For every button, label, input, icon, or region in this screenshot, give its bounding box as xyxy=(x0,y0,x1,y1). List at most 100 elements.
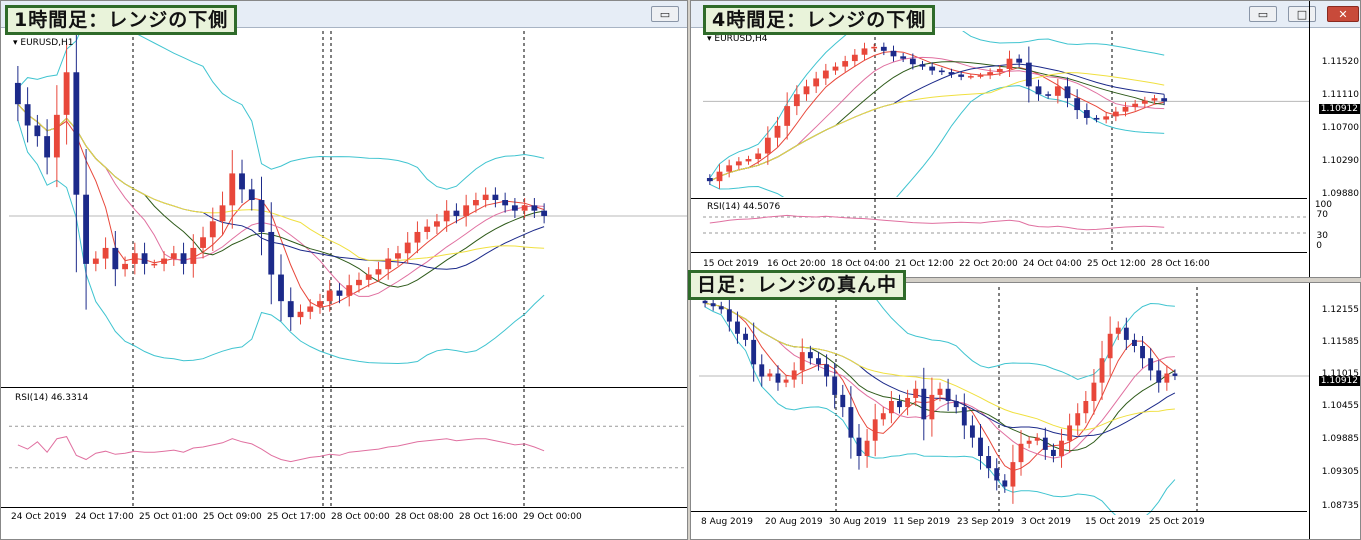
bearish-candle xyxy=(278,274,284,302)
time-axis-label: 15 Oct 2019 xyxy=(703,259,759,269)
bullish-candle xyxy=(1059,440,1064,456)
price-plot-h1[interactable] xyxy=(9,31,687,387)
bearish-candle xyxy=(1123,327,1129,340)
time-axis-label: 20 Aug 2019 xyxy=(765,517,823,527)
time-axis-line xyxy=(691,511,1307,512)
bullish-candle xyxy=(375,269,382,275)
collapse-triangle-icon[interactable]: ▾ xyxy=(13,38,18,48)
time-axis-label: 25 Oct 01:00 xyxy=(139,512,198,522)
time-axis-line xyxy=(1,507,687,508)
bearish-candle xyxy=(1148,358,1154,371)
bearish-candle xyxy=(258,200,265,232)
bullish-candle xyxy=(190,247,197,264)
rsi-line xyxy=(17,436,545,463)
bullish-candle xyxy=(1115,327,1121,334)
bearish-candle xyxy=(1140,346,1145,359)
bearish-candle xyxy=(248,189,255,201)
price-axis[interactable]: 1.12155 1.11585 1.11015 1.10912 1.10455 … xyxy=(1309,283,1360,539)
bullish-candle xyxy=(1010,462,1016,487)
bearish-candle xyxy=(1050,449,1056,456)
symbol-label: ▾ EURUSD,H1 xyxy=(13,38,74,48)
bullish-candle xyxy=(521,205,528,211)
bullish-candle xyxy=(905,397,911,408)
bullish-candle xyxy=(1091,382,1097,401)
bearish-candle xyxy=(953,401,959,408)
rsi-label: RSI(14) 44.5076 xyxy=(707,202,781,212)
bullish-candle xyxy=(793,94,800,107)
bearish-candle xyxy=(1172,373,1178,376)
bollinger-upper-band xyxy=(17,31,545,190)
time-axis-label: 22 Oct 20:00 xyxy=(959,259,1018,269)
bullish-candle xyxy=(1034,437,1040,441)
bullish-candle xyxy=(1099,358,1105,383)
bullish-candle xyxy=(219,205,226,222)
bearish-candle xyxy=(287,301,294,318)
rsi-plot-h4[interactable] xyxy=(703,199,1309,251)
bearish-candle xyxy=(807,352,813,359)
time-axis: 8 Aug 2019 20 Aug 2019 30 Aug 2019 11 Sep 2… xyxy=(691,514,1311,530)
price-tick: 1.11585 xyxy=(1321,337,1359,347)
bearish-candle xyxy=(24,104,31,126)
bearish-candle xyxy=(948,72,955,75)
bullish-candle xyxy=(63,72,70,115)
bullish-candle xyxy=(977,75,984,77)
bullish-candle xyxy=(851,54,858,62)
bearish-candle xyxy=(986,456,992,469)
bullish-candle xyxy=(161,258,167,264)
time-axis-label: 25 Oct 09:00 xyxy=(203,512,262,522)
bearish-candle xyxy=(848,407,854,438)
time-axis-label: 28 Oct 16:00 xyxy=(1151,259,1210,269)
price-tick: 1.10700 xyxy=(1321,123,1359,133)
minimize-button[interactable]: ▭ xyxy=(1249,6,1277,22)
price-plot-d1[interactable] xyxy=(699,287,1309,515)
time-axis-label: 29 Oct 00:00 xyxy=(523,512,582,522)
bearish-candle xyxy=(929,66,936,71)
rsi-level: 100 xyxy=(1314,200,1332,210)
bullish-candle xyxy=(151,263,158,266)
minimize-button[interactable]: ▭ xyxy=(651,6,679,22)
bullish-candle xyxy=(229,173,236,206)
bearish-candle xyxy=(1083,110,1090,118)
bullish-candle xyxy=(1141,100,1148,104)
bullish-candle xyxy=(937,388,943,395)
time-axis-label: 11 Sep 2019 xyxy=(893,517,951,527)
time-axis-label: 30 Aug 2019 xyxy=(829,517,887,527)
chart-window-h1[interactable]: ▭ 1時間足：レンジの下側 ▾ EURUSD,H1 RSI(14) 46.331… xyxy=(0,0,688,540)
bearish-candle xyxy=(1045,94,1052,96)
bullish-candle xyxy=(784,106,791,126)
collapse-triangle-icon[interactable]: ▾ xyxy=(707,34,712,44)
bullish-candle xyxy=(996,68,1003,73)
bearish-candle xyxy=(34,125,41,137)
bullish-candle xyxy=(1075,413,1081,426)
bearish-candle xyxy=(511,205,518,211)
bearish-candle xyxy=(969,425,975,438)
bullish-candle xyxy=(1132,103,1139,107)
bullish-candle xyxy=(209,221,216,238)
bearish-candle xyxy=(751,339,757,365)
bearish-candle xyxy=(453,210,460,216)
time-axis-label: 24 Oct 17:00 xyxy=(75,512,134,522)
time-axis-label: 18 Oct 04:00 xyxy=(831,259,890,269)
symbol-text: EURUSD,H4 xyxy=(714,34,768,44)
rsi-plot-h1[interactable] xyxy=(9,389,687,507)
rsi-level: 30 xyxy=(1316,231,1328,241)
bullish-candle xyxy=(871,46,878,49)
price-plot-h4[interactable] xyxy=(703,31,1309,197)
chart-window-h4[interactable]: ▭ □ ✕ 4時間足：レンジの下側 ▾ EURUSD,H4 1.11520 1.… xyxy=(690,0,1361,278)
bearish-candle xyxy=(710,303,716,307)
bearish-candle xyxy=(336,290,343,296)
price-tick: 1.12155 xyxy=(1321,305,1359,315)
chart-window-d1[interactable]: 1.12155 1.11585 1.11015 1.10912 1.10455 … xyxy=(690,282,1361,540)
bearish-candle xyxy=(718,306,724,310)
bullish-candle xyxy=(929,394,935,420)
bearish-candle xyxy=(1035,86,1042,95)
bearish-candle xyxy=(856,437,862,456)
pane-separator[interactable] xyxy=(1,387,687,388)
bearish-candle xyxy=(1016,58,1023,63)
time-axis: 24 Oct 2019 24 Oct 17:00 25 Oct 01:00 25 Oc… xyxy=(1,509,687,529)
bearish-candle xyxy=(1064,86,1071,99)
bullish-candle xyxy=(913,388,919,398)
price-axis[interactable]: 1.11520 1.11110 1.10912 1.10700 1.10290 … xyxy=(1309,1,1360,277)
price-tick: 1.11110 xyxy=(1321,90,1359,100)
bullish-candle xyxy=(872,419,878,441)
